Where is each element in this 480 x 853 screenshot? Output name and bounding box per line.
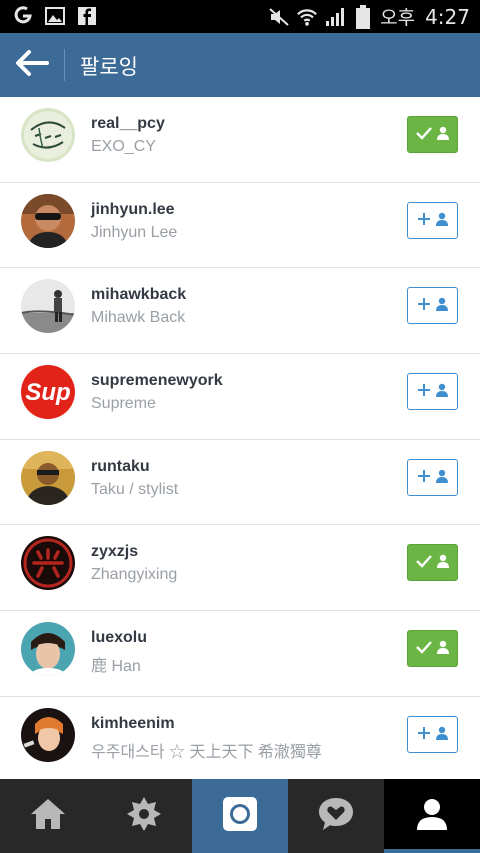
avatar[interactable] bbox=[21, 108, 75, 162]
explore-icon bbox=[125, 795, 163, 837]
nav-explore[interactable] bbox=[96, 779, 192, 853]
nav-profile[interactable] bbox=[384, 779, 480, 853]
following-button[interactable] bbox=[407, 630, 458, 668]
plus-icon bbox=[417, 296, 431, 315]
plus-icon bbox=[417, 468, 431, 487]
full-name: Mihawk Back bbox=[91, 309, 186, 327]
username[interactable]: kimheenim bbox=[91, 715, 175, 733]
avatar[interactable] bbox=[21, 622, 75, 677]
avatar[interactable] bbox=[21, 450, 75, 505]
follow-button[interactable] bbox=[407, 715, 458, 753]
list-item[interactable]: zyxzjs Zhangyixing bbox=[0, 525, 480, 612]
notification-app-icon bbox=[12, 5, 34, 27]
follow-button[interactable] bbox=[407, 287, 458, 325]
full-name: Jinhyun Lee bbox=[91, 223, 178, 241]
status-bar: 오후 4:27 bbox=[0, 0, 480, 33]
nav-home[interactable] bbox=[0, 779, 96, 853]
facebook-icon bbox=[76, 5, 98, 27]
bottom-nav bbox=[0, 779, 480, 853]
activity-icon bbox=[317, 796, 355, 836]
following-button[interactable] bbox=[407, 544, 458, 582]
wifi-icon bbox=[296, 6, 318, 28]
username[interactable]: runtaku bbox=[91, 458, 150, 476]
list-item[interactable]: runtaku Taku / stylist bbox=[0, 439, 480, 526]
status-time: 4:27 bbox=[425, 4, 470, 29]
avatar[interactable] bbox=[21, 707, 75, 762]
full-name: Taku / stylist bbox=[91, 480, 179, 498]
username[interactable]: supremenewyork bbox=[91, 372, 223, 390]
list-item[interactable]: kimheenim 우주대스타 ☆ 天上天下 希澈獨尊 bbox=[0, 696, 480, 783]
status-ampm: 오후 bbox=[380, 7, 416, 29]
list-item[interactable]: mihawkback Mihawk Back bbox=[0, 268, 480, 355]
person-icon bbox=[437, 125, 449, 144]
action-bar-divider bbox=[64, 49, 65, 81]
plus-icon bbox=[417, 211, 431, 230]
back-button[interactable] bbox=[12, 47, 52, 83]
supreme-logo-text: Sup bbox=[25, 379, 70, 406]
profile-icon bbox=[415, 797, 449, 835]
mute-icon bbox=[268, 6, 290, 28]
full-name: 우주대스타 ☆ 天上天下 希澈獨尊 bbox=[91, 743, 322, 761]
page-title: 팔로잉 bbox=[80, 55, 138, 79]
check-icon bbox=[416, 125, 432, 144]
full-name: EXO_CY bbox=[91, 138, 156, 155]
avatar[interactable] bbox=[21, 536, 75, 591]
signal-icon bbox=[324, 6, 346, 28]
plus-icon bbox=[417, 382, 431, 401]
nav-camera[interactable] bbox=[192, 779, 288, 853]
check-icon bbox=[416, 639, 432, 658]
person-icon bbox=[436, 725, 448, 744]
follow-button[interactable] bbox=[407, 373, 458, 411]
action-bar: 팔로잉 bbox=[0, 33, 480, 97]
avatar[interactable] bbox=[21, 279, 75, 334]
username[interactable]: zyxzjs bbox=[91, 543, 138, 561]
follow-button[interactable] bbox=[407, 201, 458, 239]
avatar[interactable] bbox=[21, 193, 75, 248]
nav-activity[interactable] bbox=[288, 779, 384, 853]
list-item[interactable]: luexolu 鹿 Han bbox=[0, 611, 480, 697]
list-item[interactable]: Sup supremenewyork Supreme bbox=[0, 354, 480, 440]
back-arrow-icon bbox=[15, 50, 49, 80]
battery-icon bbox=[352, 4, 374, 29]
username[interactable]: mihawkback bbox=[91, 286, 186, 304]
person-icon bbox=[436, 382, 448, 401]
check-icon bbox=[416, 553, 432, 572]
following-list: real__pcy EXO_CY jinhyun.lee Jinhyun Lee bbox=[0, 97, 480, 783]
full-name: Zhangyixing bbox=[91, 566, 178, 584]
person-icon bbox=[436, 296, 448, 315]
image-icon bbox=[44, 5, 66, 27]
list-item[interactable]: jinhyun.lee Jinhyun Lee bbox=[0, 182, 480, 269]
full-name: Supreme bbox=[91, 395, 156, 413]
person-icon bbox=[437, 553, 449, 572]
following-button[interactable] bbox=[407, 116, 458, 153]
list-item[interactable]: real__pcy EXO_CY bbox=[0, 97, 480, 183]
username[interactable]: luexolu bbox=[91, 629, 147, 647]
username[interactable]: real__pcy bbox=[91, 115, 165, 133]
person-icon bbox=[436, 211, 448, 230]
camera-icon bbox=[222, 796, 258, 836]
username[interactable]: jinhyun.lee bbox=[91, 201, 175, 219]
follow-button[interactable] bbox=[407, 458, 458, 496]
home-icon bbox=[29, 797, 67, 835]
avatar[interactable]: Sup bbox=[21, 365, 75, 420]
person-icon bbox=[436, 468, 448, 487]
plus-icon bbox=[417, 725, 431, 744]
person-icon bbox=[437, 639, 449, 658]
full-name: 鹿 Han bbox=[91, 658, 141, 676]
